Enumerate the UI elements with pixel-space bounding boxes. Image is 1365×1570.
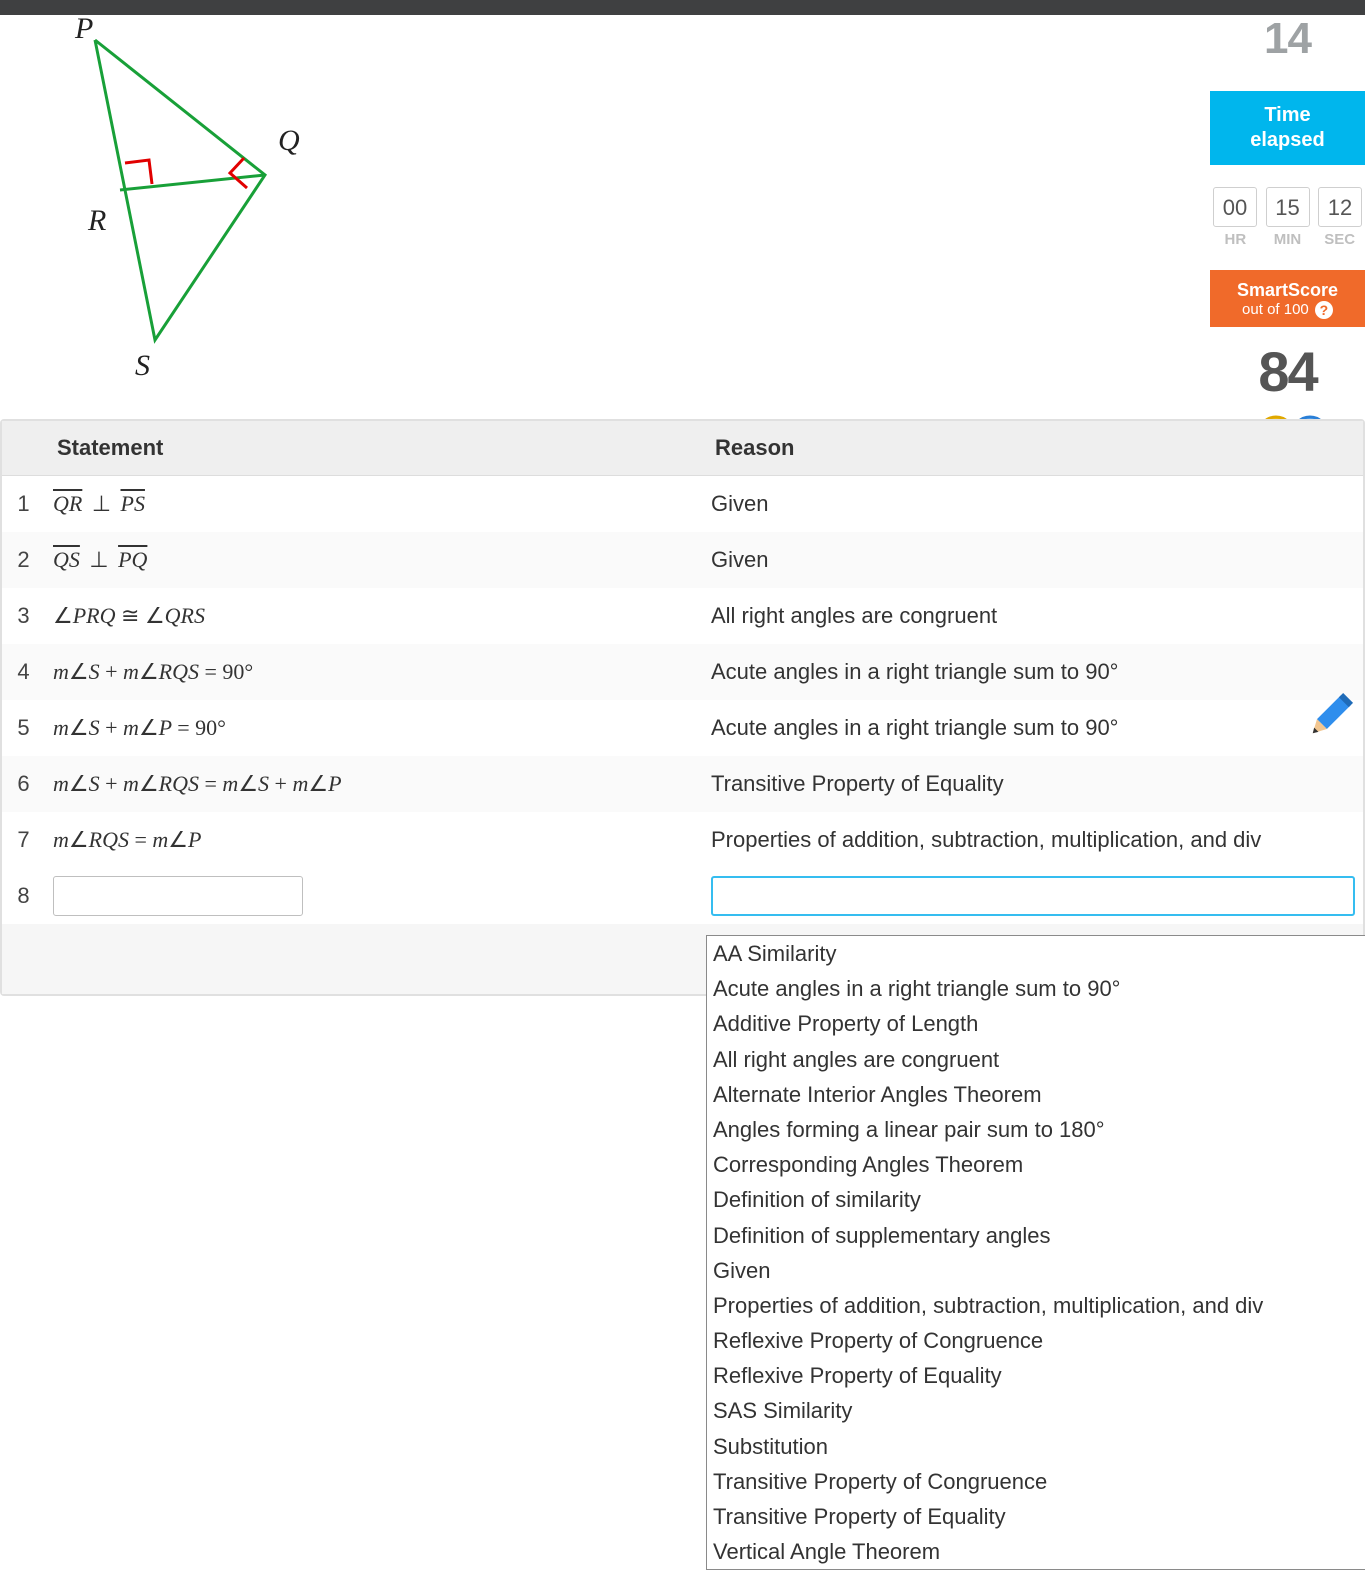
row-number: 2 [2,547,45,573]
dropdown-option[interactable]: Definition of similarity [707,1182,1365,1217]
pencil-icon[interactable] [1302,690,1357,750]
proof-row: 5m∠S + m∠P = 90°Acute angles in a right … [2,700,1363,756]
right-angle-q [230,158,247,188]
statement-cell: m∠S + m∠RQS = 90° [45,649,703,695]
reason-cell: Acute angles in a right triangle sum to … [703,649,1363,695]
dropdown-option[interactable]: Alternate Interior Angles Theorem [707,1077,1365,1112]
row-number: 8 [2,883,45,909]
proof-row: 3∠PRQ ≅ ∠QRSAll right angles are congrue… [2,588,1363,644]
questions-answered-value: 14 [1210,15,1365,61]
dropdown-option[interactable]: Substitution [707,1429,1365,1464]
row-number: 7 [2,827,45,853]
dropdown-option[interactable]: All right angles are congruent [707,1042,1365,1077]
dropdown-option[interactable]: Definition of supplementary angles [707,1218,1365,1253]
segment-qr [120,175,265,190]
time-labels: HR MIN SEC [1210,231,1365,248]
time-elapsed-header: Time elapsed [1210,91,1365,165]
proof-input-row: 8 [2,868,1363,924]
dropdown-option[interactable]: Acute angles in a right triangle sum to … [707,971,1365,1006]
reason-cell: Given [703,481,1363,527]
dropdown-option[interactable]: Corresponding Angles Theorem [707,1147,1365,1182]
dropdown-option[interactable]: Additive Property of Length [707,1006,1365,1041]
dropdown-option[interactable]: Reflexive Property of Equality [707,1358,1365,1393]
proof-row: 1QR ⊥ PSGiven [2,476,1363,532]
dropdown-option[interactable]: Properties of addition, subtraction, mul… [707,1288,1365,1323]
top-bar [0,0,1365,15]
proof-row: 7m∠RQS = m∠PProperties of addition, subt… [2,812,1363,868]
statement-cell: m∠S + m∠RQS = m∠S + m∠P [45,761,703,807]
reason-cell: Given [703,537,1363,583]
time-sec: 12 [1318,187,1362,227]
dropdown-option[interactable]: Reflexive Property of Congruence [707,1323,1365,1358]
dropdown-option[interactable]: SAS Similarity [707,1393,1365,1428]
dropdown-option[interactable]: Given [707,1253,1365,1288]
dropdown-option[interactable]: Transitive Property of Congruence [707,1464,1365,1499]
label-p: P [74,12,93,45]
help-icon[interactable]: ? [1315,301,1333,319]
statement-input[interactable] [53,876,303,916]
reason-input[interactable] [711,876,1355,916]
reason-dropdown[interactable]: AA SimilarityAcute angles in a right tri… [706,935,1365,1570]
statement-cell: ∠PRQ ≅ ∠QRS [45,593,703,639]
geometry-diagram: P Q R S [40,20,340,340]
statement-cell: QS ⊥ PQ [45,537,703,583]
dropdown-option[interactable]: AA Similarity [707,936,1365,971]
time-hr: 00 [1213,187,1257,227]
proof-row: 6m∠S + m∠RQS = m∠S + m∠PTransitive Prope… [2,756,1363,812]
smartscore-header: SmartScore out of 100 ? [1210,270,1365,327]
header-reason: Reason [703,421,1363,475]
row-number: 4 [2,659,45,685]
proof-table: Statement Reason 1QR ⊥ PSGiven2QS ⊥ PQGi… [0,419,1365,996]
label-s: S [135,349,150,382]
reason-cell: Transitive Property of Equality [703,761,1363,807]
reason-cell: Acute angles in a right triangle sum to … [703,705,1363,751]
reason-cell: Properties of addition, subtraction, mul… [703,817,1363,863]
row-number: 6 [2,771,45,797]
time-min: 15 [1266,187,1310,227]
row-number: 1 [2,491,45,517]
header-statement: Statement [45,421,703,475]
row-number: 5 [2,715,45,741]
statement-cell: m∠S + m∠P = 90° [45,705,703,751]
proof-header: Statement Reason [2,421,1363,476]
proof-row: 2QS ⊥ PQGiven [2,532,1363,588]
label-q: Q [278,124,300,157]
smartscore-value: 84 [1210,339,1365,404]
statement-cell: m∠RQS = m∠P [45,817,703,863]
dropdown-option[interactable]: Angles forming a linear pair sum to 180° [707,1112,1365,1147]
row-number: 3 [2,603,45,629]
reason-cell: All right angles are congruent [703,593,1363,639]
time-boxes: 00 15 12 [1210,187,1365,227]
dropdown-option[interactable]: Vertical Angle Theorem [707,1534,1365,1569]
statement-cell: QR ⊥ PS [45,481,703,527]
label-r: R [87,204,106,237]
right-angle-r [125,160,152,184]
proof-row: 4m∠S + m∠RQS = 90°Acute angles in a righ… [2,644,1363,700]
dropdown-option[interactable]: Transitive Property of Equality [707,1499,1365,1534]
